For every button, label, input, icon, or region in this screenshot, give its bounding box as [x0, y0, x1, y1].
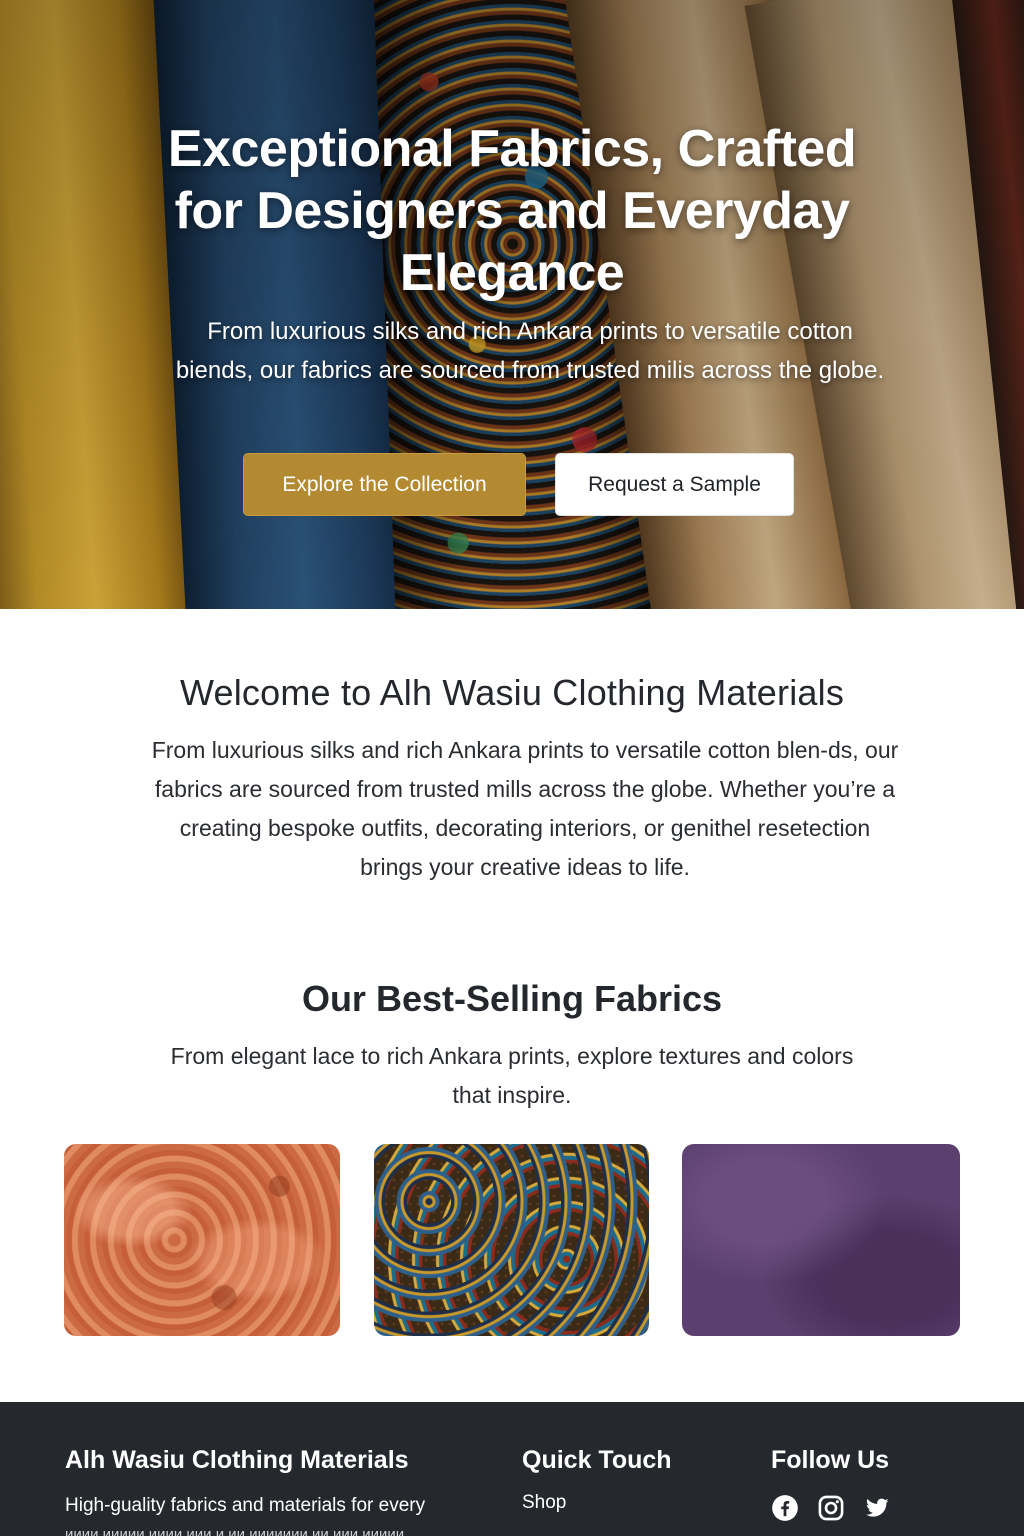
- hero-title: Exceptional Fabrics, Crafted for Designe…: [167, 120, 857, 302]
- facebook-icon[interactable]: [771, 1494, 799, 1522]
- instagram-icon[interactable]: [817, 1494, 845, 1522]
- coral-lace-fabric-card[interactable]: [64, 1144, 340, 1336]
- best-selling-subtitle: From elegant lace to rich Ankara prints,…: [170, 1043, 854, 1108]
- site-footer: Alh Wasiu Clothing Materials High-gualit…: [0, 1402, 1024, 1536]
- footer-link-shop[interactable]: Shop: [522, 1492, 566, 1514]
- purple-velvet-fabric-card[interactable]: [682, 1144, 960, 1336]
- explore-collection-button[interactable]: Explore the Collection: [243, 453, 526, 516]
- hero-banner: Exceptional Fabrics, Crafted for Designe…: [0, 0, 1024, 609]
- twitter-icon[interactable]: [863, 1494, 891, 1522]
- ankara-print-fabric-card[interactable]: [374, 1144, 649, 1336]
- welcome-text: From luxurious silks and rich Ankara pri…: [151, 737, 899, 880]
- follow-us-title: Follow Us: [771, 1446, 890, 1474]
- hero-subtitle: From luxurious silks and rich Ankara pri…: [175, 318, 885, 384]
- footer-description: High-guality fabrics and materials for e…: [65, 1495, 426, 1516]
- footer-description-cutoff: ииии иииии ииии иии и ии иииииии ии иии …: [65, 1526, 405, 1536]
- request-sample-button[interactable]: Request a Sample: [555, 453, 794, 516]
- quick-links-title: Quick Touch: [522, 1446, 672, 1474]
- hero-overlay: [0, 0, 1024, 609]
- best-selling-title: Our Best-Selling Fabrics: [301, 978, 723, 1019]
- footer-brand: Alh Wasiu Clothing Materials: [65, 1446, 409, 1474]
- welcome-title: Welcome to Alh Wasiu Clothing Materials: [179, 672, 845, 713]
